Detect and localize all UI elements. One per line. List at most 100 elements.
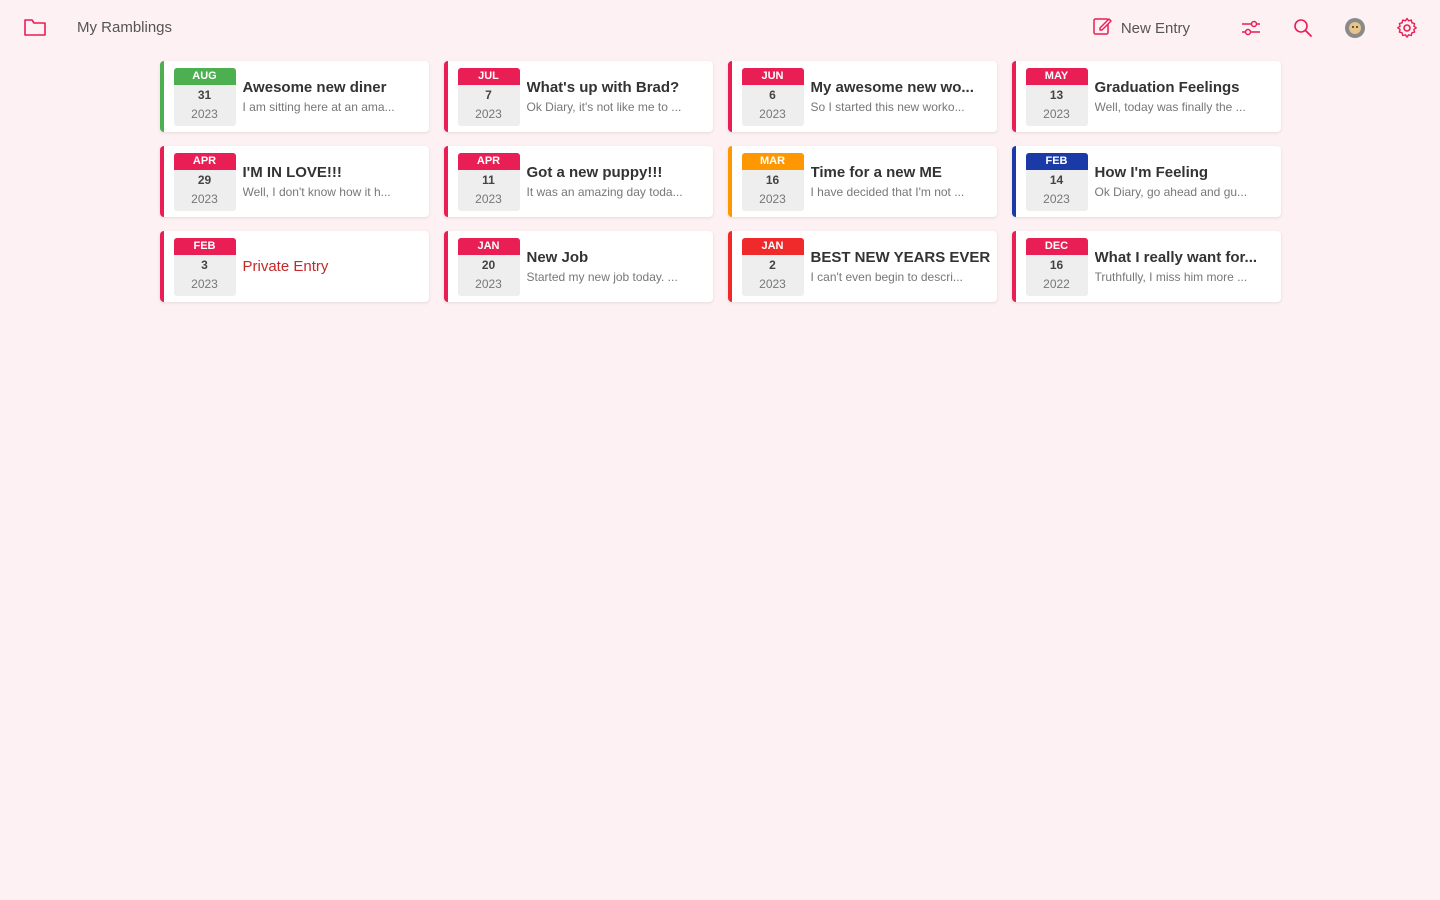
entry-text: New Job Started my new job today. ...	[527, 249, 711, 284]
entry-title: I'M IN LOVE!!!	[242, 164, 342, 181]
sliders-icon[interactable]	[1236, 13, 1266, 43]
date-badge: JAN 2 2023	[741, 237, 804, 296]
date-day: 2	[769, 257, 776, 272]
entry-card[interactable]: JAN 20 2023 New Job Started my new job today…	[443, 231, 713, 302]
entry-title: BEST NEW YEARS EVER	[810, 249, 991, 266]
date-month: APR	[457, 152, 520, 170]
entry-text: What I really want for... Truthfully, I m…	[1095, 249, 1279, 284]
folder-icon[interactable]	[22, 14, 48, 40]
entry-card[interactable]: JAN 2 2023 BEST NEW YEARS EVER I can't even …	[727, 231, 997, 302]
entry-card[interactable]: MAR 16 2023 Time for a new ME I have decided…	[727, 146, 997, 217]
entry-card[interactable]: JUL 7 2023 What's up with Brad? Ok Diary, it…	[443, 61, 713, 132]
entry-card[interactable]: DEC 16 2022 What I really want for... Truthf…	[1011, 231, 1281, 302]
new-entry-button[interactable]: New Entry	[1091, 15, 1190, 42]
top-bar: My Ramblings New Entry	[0, 0, 1440, 56]
entry-card[interactable]: APR 11 2023 Got a new puppy!!! It was an ama…	[443, 146, 713, 217]
date-year: 2023	[1043, 191, 1070, 206]
date-badge: FEB 14 2023	[1025, 152, 1088, 211]
entry-preview: Well, today was finally the ...	[1094, 100, 1246, 114]
date-day: 14	[1049, 172, 1064, 187]
search-icon[interactable]	[1288, 13, 1318, 43]
date-month: AUG	[173, 67, 236, 85]
date-year: 2023	[759, 106, 786, 121]
entry-grid: AUG 31 2023 Awesome new diner I am sitting h…	[18, 61, 1422, 302]
entry-text: BEST NEW YEARS EVER I can't even begin to…	[811, 249, 995, 284]
entry-preview: Truthfully, I miss him more ...	[1094, 270, 1248, 284]
entry-text: How I'm Feeling Ok Diary, go ahead and gu…	[1095, 164, 1279, 199]
entry-preview: So I started this new worko...	[810, 100, 965, 114]
avatar-icon[interactable]	[1340, 13, 1370, 43]
entry-title: My awesome new wo...	[810, 79, 974, 96]
entry-title: Awesome new diner	[242, 79, 387, 96]
date-month: FEB	[173, 237, 236, 255]
date-year: 2023	[759, 191, 786, 206]
entry-preview: I can't even begin to descri...	[810, 270, 963, 284]
date-day: 29	[197, 172, 212, 187]
date-month: DEC	[1025, 237, 1088, 255]
date-year: 2023	[191, 191, 218, 206]
entry-card[interactable]: AUG 31 2023 Awesome new diner I am sitting h…	[159, 61, 429, 132]
entry-card[interactable]: APR 29 2023 I'M IN LOVE!!! Well, I don't kno…	[159, 146, 429, 217]
date-day: 6	[769, 87, 776, 102]
entry-title: Time for a new ME	[810, 164, 942, 181]
date-month: JAN	[741, 237, 804, 255]
app-title: My Ramblings	[77, 19, 173, 36]
date-day: 16	[1049, 257, 1064, 272]
entry-title: Got a new puppy!!!	[526, 164, 663, 181]
date-month: MAY	[1025, 67, 1088, 85]
date-badge: MAY 13 2023	[1025, 67, 1088, 126]
date-month: JAN	[457, 237, 520, 255]
entry-text: Got a new puppy!!! It was an amazing day …	[527, 164, 711, 199]
date-year: 2023	[1043, 106, 1070, 121]
entry-text: I'M IN LOVE!!! Well, I don't know how it …	[243, 164, 427, 199]
date-month: JUN	[741, 67, 804, 85]
date-badge: FEB 3 2023	[173, 237, 236, 296]
entry-title: Graduation Feelings	[1094, 79, 1240, 96]
date-year: 2022	[1043, 276, 1070, 291]
entry-preview: Ok Diary, go ahead and gu...	[1094, 185, 1248, 199]
date-day: 13	[1049, 87, 1064, 102]
entry-card[interactable]: JUN 6 2023 My awesome new wo... So I started…	[727, 61, 997, 132]
date-year: 2023	[475, 191, 502, 206]
entry-text: Private Entry	[243, 258, 427, 275]
date-year: 2023	[475, 106, 502, 121]
date-badge: JUL 7 2023	[457, 67, 520, 126]
date-badge: AUG 31 2023	[173, 67, 236, 126]
toolbar-actions: New Entry	[1091, 12, 1422, 44]
entry-preview: Started my new job today. ...	[526, 270, 678, 284]
date-year: 2023	[759, 276, 786, 291]
date-badge: DEC 16 2022	[1025, 237, 1088, 296]
entry-title: What I really want for...	[1094, 249, 1258, 266]
date-badge: APR 11 2023	[457, 152, 520, 211]
date-year: 2023	[475, 276, 502, 291]
entry-preview: It was an amazing day toda...	[526, 185, 683, 199]
entry-text: Graduation Feelings Well, today was final…	[1095, 79, 1279, 114]
date-badge: JAN 20 2023	[457, 237, 520, 296]
gear-icon[interactable]	[1392, 13, 1422, 43]
entry-text: Time for a new ME I have decided that I'm…	[811, 164, 995, 199]
entry-preview: Ok Diary, it's not like me to ...	[526, 100, 682, 114]
date-month: JUL	[457, 67, 520, 85]
date-badge: JUN 6 2023	[741, 67, 804, 126]
entry-preview: I have decided that I'm not ...	[810, 185, 965, 199]
date-year: 2023	[191, 106, 218, 121]
private-entry-card[interactable]: FEB 3 2023 Private Entry	[159, 231, 429, 302]
date-day: 7	[485, 87, 492, 102]
entry-title: What's up with Brad?	[526, 79, 680, 96]
entry-preview: I am sitting here at an ama...	[242, 100, 395, 114]
date-year: 2023	[191, 276, 218, 291]
entry-title: How I'm Feeling	[1094, 164, 1209, 181]
date-day: 11	[482, 172, 495, 187]
entry-card[interactable]: MAY 13 2023 Graduation Feelings Well, today …	[1011, 61, 1281, 132]
entry-title: New Job	[526, 249, 589, 266]
date-badge: MAR 16 2023	[741, 152, 804, 211]
entry-title: Private Entry	[242, 258, 329, 275]
edit-icon	[1091, 15, 1113, 42]
new-entry-label: New Entry	[1120, 19, 1190, 37]
entry-preview: Well, I don't know how it h...	[242, 185, 391, 199]
entry-card[interactable]: FEB 14 2023 How I'm Feeling Ok Diary, go ahe…	[1011, 146, 1281, 217]
entry-text: My awesome new wo... So I started this ne…	[811, 79, 995, 114]
entry-text: Awesome new diner I am sitting here at an…	[243, 79, 427, 114]
date-day: 16	[765, 172, 780, 187]
date-day: 3	[201, 257, 208, 272]
